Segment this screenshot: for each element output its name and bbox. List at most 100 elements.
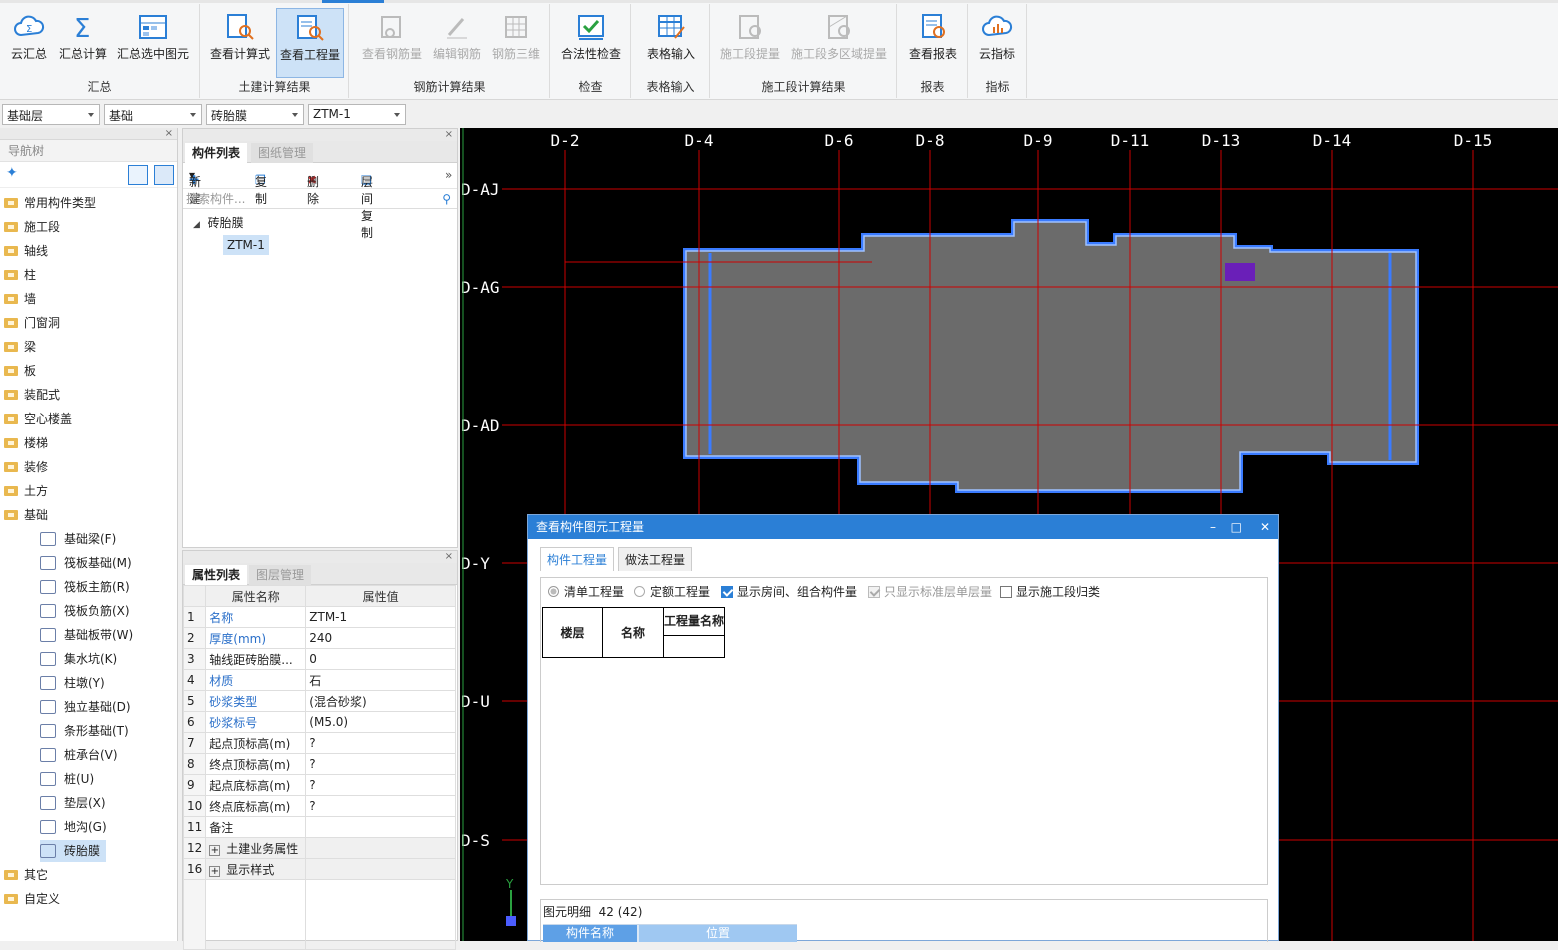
- list-qty-radio[interactable]: 清单工程量: [548, 583, 624, 600]
- property-row[interactable]: 9 起点底标高(m)?: [182, 774, 456, 796]
- component-select[interactable]: ZTM-1: [308, 104, 406, 125]
- property-row[interactable]: 4 材质 石: [182, 669, 456, 691]
- nav-item[interactable]: 施工段: [0, 216, 60, 238]
- property-row[interactable]: 8 终点顶标高(m)?: [182, 753, 456, 775]
- summary-selected-button[interactable]: 汇总选中图元: [114, 8, 192, 78]
- quota-qty-radio[interactable]: 定额工程量: [634, 583, 710, 600]
- search-icon[interactable]: ⚲: [442, 189, 451, 209]
- maximize-icon[interactable]: □: [1231, 515, 1242, 539]
- nav-item[interactable]: 墙: [0, 288, 36, 310]
- show-section-checkbox[interactable]: 显示施工段归类: [1000, 583, 1100, 600]
- only-std-floor-checkbox[interactable]: 只显示标准层单层量: [868, 583, 992, 600]
- nav-sub-item[interactable]: 筏板负筋(X): [40, 600, 136, 622]
- cloud-summary-button[interactable]: Σ 云汇总: [8, 8, 50, 78]
- property-value[interactable]: ZTM-1: [305, 606, 456, 628]
- property-value[interactable]: ?: [305, 732, 456, 754]
- section-quantity-button[interactable]: 施工段提量: [717, 8, 783, 78]
- nav-sub-item[interactable]: 桩承台(V): [40, 744, 124, 766]
- close-icon[interactable]: ✕: [1260, 515, 1270, 539]
- nav-sub-item[interactable]: 集水坑(K): [40, 648, 123, 670]
- property-row[interactable]: 16 + 显示样式: [182, 858, 456, 880]
- category-select[interactable]: 基础: [104, 104, 202, 125]
- nav-item[interactable]: 空心楼盖: [0, 408, 72, 430]
- property-row[interactable]: 2 厚度(mm) 240: [182, 627, 456, 649]
- nav-item[interactable]: 轴线: [0, 240, 48, 262]
- nav-item[interactable]: 其它: [0, 864, 48, 886]
- nav-item[interactable]: 装配式: [0, 384, 60, 406]
- collapse-icon[interactable]: ◢: [193, 220, 200, 230]
- tab-drawing-management[interactable]: 图纸管理: [251, 143, 314, 163]
- nav-sub-item[interactable]: 基础梁(F): [40, 528, 122, 550]
- property-value[interactable]: ?: [305, 753, 456, 775]
- show-rooms-checkbox[interactable]: 显示房间、组合构件量: [721, 583, 857, 600]
- floor-select[interactable]: 基础层: [2, 104, 100, 125]
- section-multi-area-button[interactable]: 施工段多区域提量: [787, 8, 891, 78]
- view-formula-button[interactable]: 查看计算式: [207, 8, 273, 78]
- tab-layer-management[interactable]: 图层管理: [249, 565, 312, 585]
- nav-item[interactable]: 常用构件类型: [0, 192, 96, 214]
- expand-icon[interactable]: +: [209, 865, 221, 877]
- property-value[interactable]: [305, 858, 456, 880]
- nav-sub-item[interactable]: 筏板主筋(R): [40, 576, 136, 598]
- tab-component-quantity[interactable]: 构件工程量: [540, 547, 615, 571]
- property-value[interactable]: (M5.0): [305, 711, 456, 733]
- property-value[interactable]: ?: [305, 795, 456, 817]
- nav-item[interactable]: 基础: [0, 504, 48, 526]
- nav-sub-item[interactable]: 独立基础(D): [40, 696, 137, 718]
- detail-col-component[interactable]: 构件名称: [543, 925, 637, 942]
- tab-property-list[interactable]: 属性列表: [185, 565, 248, 585]
- expand-icon[interactable]: +: [209, 844, 221, 856]
- type-select[interactable]: 砖胎膜: [206, 104, 304, 125]
- tab-component-list[interactable]: 构件列表: [185, 143, 248, 163]
- nav-item[interactable]: 梁: [0, 336, 36, 358]
- view-report-button[interactable]: 查看报表: [904, 8, 962, 78]
- comp-close-icon[interactable]: ×: [183, 129, 457, 141]
- nav-item[interactable]: 装修: [0, 456, 48, 478]
- property-row[interactable]: 6 砂浆标号 (M5.0): [182, 711, 456, 733]
- rebar-3d-button[interactable]: 钢筋三维: [488, 8, 544, 78]
- tree-item-ztm1[interactable]: ZTM-1: [223, 235, 269, 255]
- cloud-indicator-button[interactable]: 云指标: [973, 8, 1021, 78]
- nav-item[interactable]: 板: [0, 360, 36, 382]
- nav-item[interactable]: 土方: [0, 480, 48, 502]
- property-row[interactable]: 10 终点底标高(m)?: [182, 795, 456, 817]
- table-input-button[interactable]: 表格输入: [638, 8, 704, 78]
- selected-element[interactable]: [1225, 263, 1255, 281]
- summary-calc-button[interactable]: Σ 汇总计算: [56, 8, 110, 78]
- property-value[interactable]: ?: [305, 774, 456, 796]
- property-row[interactable]: 3 轴线距砖胎膜... 0: [182, 648, 456, 670]
- nav-sub-item[interactable]: 砖胎膜: [40, 840, 107, 862]
- props-close-icon[interactable]: ×: [183, 551, 457, 563]
- sparkle-icon[interactable]: ✦: [6, 165, 18, 181]
- nav-item[interactable]: 柱: [0, 264, 36, 286]
- edit-rebar-button[interactable]: 编辑钢筋: [430, 8, 484, 78]
- property-value[interactable]: 240: [305, 627, 456, 649]
- list-view-icon[interactable]: [128, 165, 148, 185]
- detail-col-position[interactable]: 位置: [639, 925, 797, 942]
- tree-root[interactable]: ◢ 砖胎膜: [193, 213, 244, 233]
- legality-check-button[interactable]: 合法性检查: [557, 8, 625, 78]
- property-value[interactable]: 石: [305, 669, 456, 691]
- property-row[interactable]: 7 起点顶标高(m)?: [182, 732, 456, 754]
- property-row[interactable]: 11 备注: [182, 816, 456, 838]
- nav-sub-item[interactable]: 基础板带(W): [40, 624, 139, 646]
- property-row[interactable]: 1 名称 ZTM-1: [182, 606, 456, 628]
- property-value[interactable]: 0: [305, 648, 456, 670]
- nav-sub-item[interactable]: 柱墩(Y): [40, 672, 111, 694]
- nav-item[interactable]: 门窗洞: [0, 312, 60, 334]
- panel-close-icon[interactable]: ×: [0, 128, 177, 140]
- nav-sub-item[interactable]: 垫层(X): [40, 792, 112, 814]
- minimize-icon[interactable]: –: [1210, 515, 1216, 539]
- property-row[interactable]: 12 + 土建业务属性: [182, 837, 456, 859]
- nav-sub-item[interactable]: 桩(U): [40, 768, 100, 790]
- view-quantity-button[interactable]: 查看工程量: [276, 8, 344, 78]
- detail-view-icon[interactable]: [154, 165, 174, 185]
- property-value[interactable]: [305, 837, 456, 859]
- property-value[interactable]: (混合砂浆): [305, 690, 456, 712]
- property-row[interactable]: 5 砂浆类型 (混合砂浆): [182, 690, 456, 712]
- nav-item[interactable]: 自定义: [0, 888, 60, 910]
- view-rebar-button[interactable]: 查看钢筋量: [360, 8, 424, 78]
- property-value[interactable]: [305, 816, 456, 838]
- nav-sub-item[interactable]: 地沟(G): [40, 816, 113, 838]
- tab-method-quantity[interactable]: 做法工程量: [618, 547, 693, 571]
